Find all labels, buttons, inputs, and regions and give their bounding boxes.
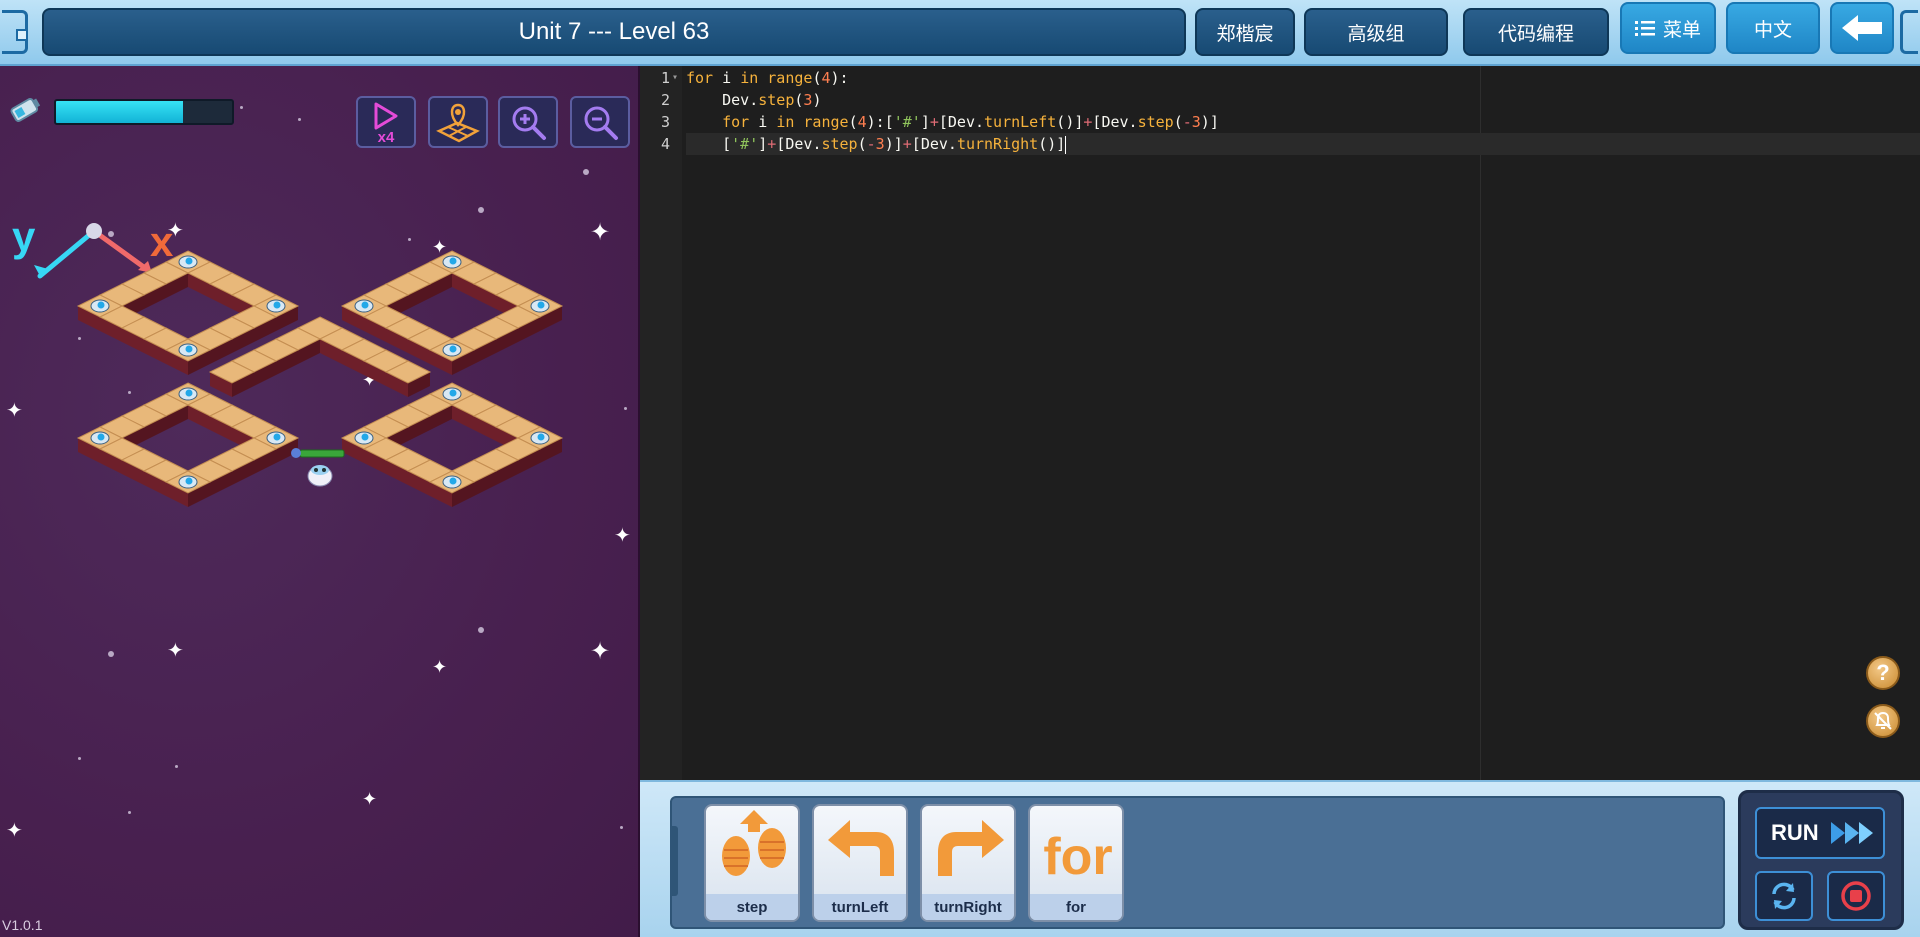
level-title: Unit 7 --- Level 63 bbox=[42, 8, 1186, 56]
code-line-1[interactable]: for i in range(4): bbox=[686, 67, 849, 89]
gem-marker bbox=[442, 475, 462, 489]
bottom-panel: step turnLeft turnRight for for RUN bbox=[640, 780, 1920, 937]
turn-left-arrow-icon bbox=[828, 820, 894, 876]
robot-character bbox=[291, 448, 345, 487]
back-arrow-icon bbox=[1842, 15, 1882, 41]
right-frame-ornament bbox=[1900, 10, 1918, 54]
line-number: 1 bbox=[660, 69, 670, 87]
gem-marker bbox=[530, 431, 550, 445]
block-step-label: step bbox=[736, 899, 768, 916]
back-button[interactable] bbox=[1830, 2, 1894, 54]
refresh-icon bbox=[1772, 882, 1796, 910]
code-line-3[interactable]: for i in range(4):['#']+[Dev.turnLeft()]… bbox=[686, 111, 1219, 133]
help-icon: ? bbox=[1876, 660, 1890, 685]
line-number: 4 bbox=[660, 135, 670, 153]
gem-marker bbox=[90, 299, 110, 313]
group-button[interactable]: 高级组 bbox=[1304, 8, 1448, 56]
code-editor[interactable]: 1 ▾ 2 3 4 for i in range(4): Dev.step(3)… bbox=[640, 66, 1920, 780]
level-title-text: Unit 7 --- Level 63 bbox=[518, 18, 710, 45]
reset-button[interactable] bbox=[1755, 871, 1813, 921]
stop-button[interactable] bbox=[1827, 871, 1885, 921]
gem-marker bbox=[354, 431, 374, 445]
for-icon-text: for bbox=[1043, 828, 1112, 886]
run-control-panel: RUN bbox=[1738, 790, 1904, 930]
gem-marker bbox=[354, 299, 374, 313]
for-loop-icon: for bbox=[1043, 828, 1112, 886]
fold-arrow-icon[interactable]: ▾ bbox=[672, 72, 678, 83]
gem-marker bbox=[442, 255, 462, 269]
menu-button[interactable]: 菜单 bbox=[1620, 2, 1716, 54]
left-frame-ornament bbox=[2, 10, 28, 54]
gem-marker bbox=[442, 387, 462, 401]
turn-right-arrow-icon bbox=[938, 820, 1004, 876]
top-bar: Unit 7 --- Level 63 郑楷宸 高级组 代码编程 菜单 中文 bbox=[0, 0, 1920, 66]
print-margin bbox=[1480, 66, 1481, 780]
block-turnright-label: turnRight bbox=[934, 899, 1002, 916]
language-label: 中文 bbox=[1753, 19, 1792, 41]
mode-button[interactable]: 代码编程 bbox=[1463, 8, 1609, 56]
run-button[interactable]: RUN bbox=[1755, 807, 1885, 859]
run-label: RUN bbox=[1771, 820, 1819, 845]
language-button[interactable]: 中文 bbox=[1726, 2, 1820, 54]
block-step[interactable]: step bbox=[704, 804, 800, 922]
game-board bbox=[76, 250, 564, 507]
block-turnright[interactable]: turnRight bbox=[920, 804, 1016, 922]
block-for-label: for bbox=[1066, 899, 1086, 916]
line-number: 3 bbox=[660, 113, 670, 131]
menu-list-icon bbox=[1634, 21, 1655, 36]
gem-marker bbox=[530, 299, 550, 313]
gem-marker bbox=[178, 255, 198, 269]
gem-marker bbox=[442, 343, 462, 357]
block-turnleft-label: turnLeft bbox=[831, 899, 889, 916]
bell-off-icon bbox=[1874, 711, 1892, 730]
fast-forward-icon bbox=[1830, 822, 1873, 844]
block-turnleft[interactable]: turnLeft bbox=[812, 804, 908, 922]
block-for[interactable]: for for bbox=[1028, 804, 1124, 922]
palette-handle[interactable] bbox=[672, 826, 678, 896]
text-caret bbox=[1065, 135, 1067, 154]
user-name-button[interactable]: 郑楷宸 bbox=[1195, 8, 1295, 56]
gem-marker bbox=[178, 387, 198, 401]
gem-marker bbox=[178, 475, 198, 489]
version-label: V1.0.1 bbox=[2, 917, 43, 933]
block-palette: step turnLeft turnRight for for bbox=[670, 796, 1725, 929]
stop-icon bbox=[1841, 881, 1871, 911]
mute-button[interactable] bbox=[1866, 704, 1900, 738]
game-panel: ✦ ✦ ✦ ✦ ✦ ✦ ✦ ✦ ✦ ✦ ✦ x4 y x V1.0.1 bbox=[0, 66, 640, 937]
menu-label: 菜单 bbox=[1662, 19, 1701, 41]
group-label: 高级组 bbox=[1347, 23, 1405, 45]
help-button[interactable]: ? bbox=[1866, 656, 1900, 690]
code-line-4[interactable]: ['#']+[Dev.step(-3)]+[Dev.turnRight()] bbox=[686, 133, 1920, 155]
gem-marker bbox=[266, 299, 286, 313]
user-name-label: 郑楷宸 bbox=[1216, 23, 1274, 45]
code-line-2[interactable]: Dev.step(3) bbox=[686, 89, 821, 111]
gem-marker bbox=[266, 431, 286, 445]
gem-marker bbox=[178, 343, 198, 357]
mode-label: 代码编程 bbox=[1497, 23, 1574, 45]
footsteps-icon bbox=[722, 810, 786, 876]
gem-marker bbox=[90, 431, 110, 445]
line-gutter: 1 ▾ 2 3 4 bbox=[640, 66, 682, 780]
line-number: 2 bbox=[660, 91, 670, 109]
